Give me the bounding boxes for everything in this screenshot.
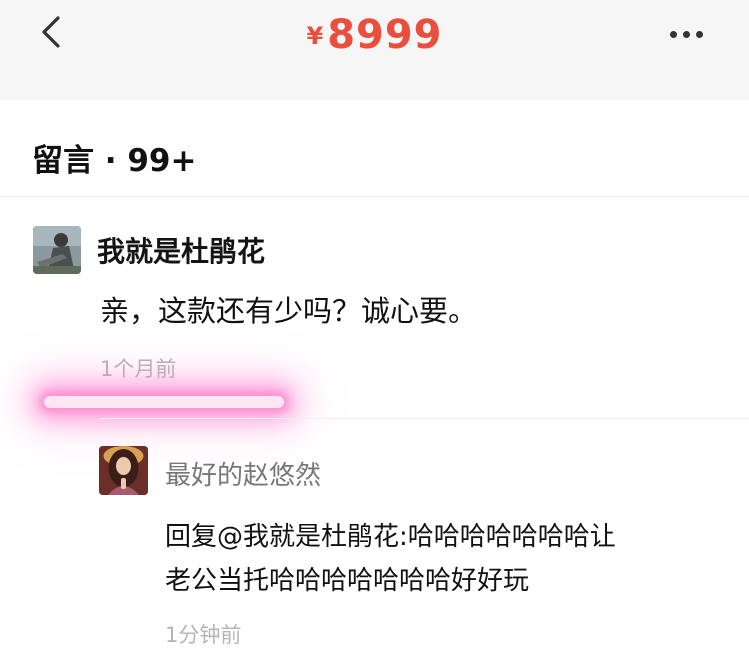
avatar-image <box>33 226 81 274</box>
neon-highlight-underline <box>44 396 284 408</box>
reply-divider <box>100 418 749 419</box>
reply-author[interactable]: 最好的赵悠然 <box>165 455 321 492</box>
reply-text-line-2: 老公当托哈哈哈哈哈哈哈好好玩 <box>165 566 530 596</box>
reply-avatar[interactable] <box>99 446 148 495</box>
comments-title: 留言 · 99+ <box>32 143 197 179</box>
comments-header: 留言 · 99+ <box>0 100 749 197</box>
price-amount: 8999 <box>327 12 443 58</box>
comment-author[interactable]: 我就是杜鹃花 <box>97 230 265 270</box>
top-navigation-bar: ¥8999 <box>0 0 749 100</box>
comment-text: 亲，这款还有少吗？诚心要。 <box>100 294 478 328</box>
reply-timestamp: 1分钟前 <box>165 623 242 647</box>
more-icon-dot <box>696 31 703 38</box>
currency-symbol: ¥ <box>306 22 324 50</box>
comment-timestamp: 1个月前 <box>100 357 177 381</box>
reply-text-line-1: 回复@我就是杜鹃花:哈哈哈哈哈哈哈让 <box>165 522 616 552</box>
more-icon-dot <box>683 31 690 38</box>
more-icon <box>670 31 677 38</box>
avatar[interactable] <box>33 226 81 274</box>
price-label: ¥8999 <box>0 12 749 58</box>
more-button[interactable] <box>662 22 710 46</box>
reply-text: 回复@我就是杜鹃花:哈哈哈哈哈哈哈让 老公当托哈哈哈哈哈哈哈好好玩 <box>165 515 616 603</box>
reply-avatar-image <box>99 446 148 495</box>
